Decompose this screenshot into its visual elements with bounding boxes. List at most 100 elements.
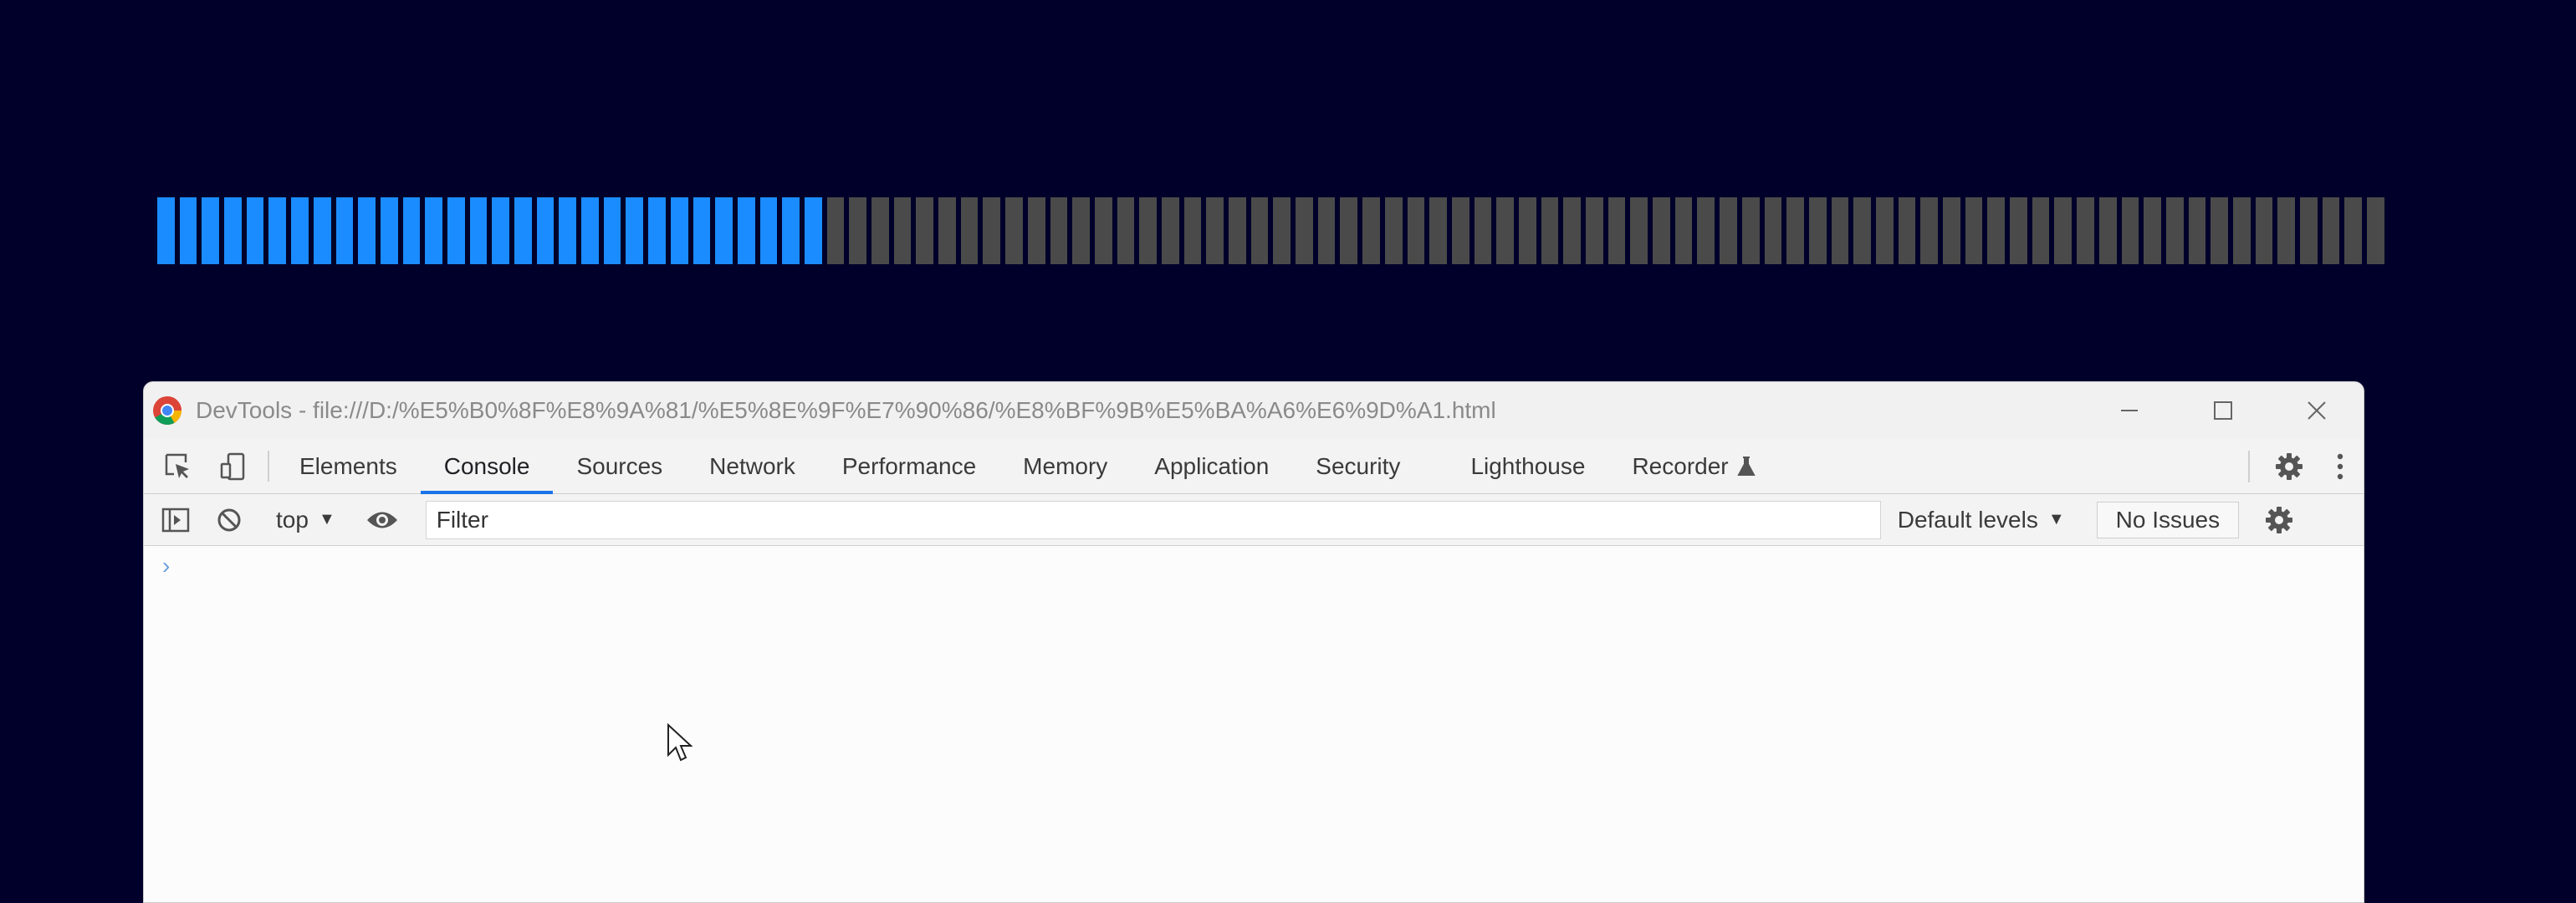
toolbar-divider (2248, 451, 2250, 482)
log-levels-dropdown[interactable]: Default levels ▼ (1881, 494, 2082, 546)
progress-segment-empty (1139, 197, 1157, 264)
mouse-pointer-icon (667, 723, 693, 762)
progress-segment-empty (2188, 197, 2206, 264)
progress-segment-filled (737, 197, 755, 264)
progress-segment-empty (1407, 197, 1425, 264)
progress-segment-empty (1831, 197, 1849, 264)
title-bar: DevTools - file:///D:/%E5%B0%8F%E8%9A%81… (144, 382, 2364, 439)
progress-segment-filled (402, 197, 421, 264)
tab-memory[interactable]: Memory (999, 439, 1131, 493)
tab-performance[interactable]: Performance (819, 439, 999, 493)
progress-segment-empty (1027, 197, 1045, 264)
progress-segment-empty (1563, 197, 1581, 264)
progress-segment-filled (670, 197, 688, 264)
progress-segment-empty (2211, 197, 2228, 264)
close-icon (2308, 401, 2326, 420)
console-filter-input[interactable] (425, 500, 1881, 539)
progress-segment-filled (603, 197, 621, 264)
chrome-logo-icon (153, 396, 181, 425)
issues-button[interactable]: No Issues (2096, 501, 2240, 538)
progress-segment-empty (1764, 197, 1782, 264)
close-button[interactable] (2270, 382, 2364, 439)
tab-elements[interactable]: Elements (276, 439, 421, 493)
progress-segment-empty (2367, 197, 2384, 264)
progress-segment-filled (581, 197, 599, 264)
progress-segment-empty (2165, 197, 2184, 264)
progress-segment-empty (1429, 197, 1447, 264)
gear-icon (2266, 506, 2293, 533)
console-prompt-icon: › (162, 553, 171, 579)
kebab-menu-icon (2337, 453, 2343, 480)
progress-segment-empty (1384, 197, 1403, 264)
progress-segment-filled (380, 197, 398, 264)
window-title: DevTools - file:///D:/%E5%B0%8F%E8%9A%81… (196, 397, 1496, 423)
progress-segment-empty (983, 197, 1001, 264)
progress-segment-filled (469, 197, 488, 264)
progress-segment-empty (1898, 197, 1916, 264)
progress-segment-empty (2322, 197, 2340, 264)
settings-button[interactable] (2262, 452, 2317, 482)
progress-segment-empty (1720, 197, 1737, 264)
context-selector[interactable]: top ▼ (264, 494, 347, 546)
live-expression-button[interactable] (355, 494, 409, 546)
clear-console-button[interactable] (202, 494, 256, 546)
console-settings-button[interactable] (2257, 494, 2301, 546)
progress-segment-filled (693, 197, 711, 264)
progress-segment-empty (871, 197, 889, 264)
progress-segment-empty (1451, 197, 1469, 264)
progress-segment-empty (2098, 197, 2117, 264)
progress-segment-empty (1362, 197, 1380, 264)
device-toolbar-button[interactable] (206, 439, 261, 493)
progress-segment-filled (492, 197, 509, 264)
progress-segment-filled (179, 197, 197, 264)
progress-segment-filled (759, 197, 778, 264)
tab-application[interactable]: Application (1131, 439, 1292, 493)
console-output[interactable]: › (144, 546, 2364, 902)
progress-segment-empty (1786, 197, 1804, 264)
progress-segment-empty (1183, 197, 1202, 264)
tab-lighthouse[interactable]: Lighthouse (1447, 439, 1608, 493)
progress-segment-filled (358, 197, 376, 264)
progress-segment-empty (2032, 197, 2050, 264)
progress-segment-empty (826, 197, 845, 264)
gear-icon (2276, 453, 2303, 480)
progress-segment-empty (2144, 197, 2161, 264)
progress-segment-empty (916, 197, 934, 264)
tab-sources[interactable]: Sources (553, 439, 686, 493)
more-options-button[interactable] (2317, 453, 2364, 480)
toolbar-divider (268, 451, 269, 482)
progress-segment-empty (849, 197, 866, 264)
progress-segment-empty (1117, 197, 1135, 264)
progress-segment-empty (1206, 197, 1224, 264)
tab-security[interactable]: Security (1292, 439, 1447, 493)
devtools-window: DevTools - file:///D:/%E5%B0%8F%E8%9A%81… (143, 381, 2364, 903)
progress-segment-filled (291, 197, 309, 264)
progress-segment-filled (202, 197, 220, 264)
progress-segment-empty (1229, 197, 1246, 264)
progress-segment-filled (715, 197, 733, 264)
progress-segment-filled (804, 197, 822, 264)
progress-segment-empty (938, 197, 956, 264)
progress-segment-empty (1607, 197, 1626, 264)
progress-segment-filled (514, 197, 532, 264)
progress-segment-filled (559, 197, 577, 264)
tab-console[interactable]: Console (420, 439, 554, 494)
progress-segment-filled (447, 197, 465, 264)
progress-segment-empty (1697, 197, 1715, 264)
maximize-button[interactable] (2176, 382, 2270, 439)
sidebar-toggle-icon (161, 508, 190, 532)
progress-segment-empty (2121, 197, 2139, 264)
tab-bar-actions (2236, 439, 2364, 494)
tab-network[interactable]: Network (686, 439, 819, 493)
progress-segment-empty (1050, 197, 1068, 264)
progress-segment-empty (1072, 197, 1090, 264)
segmented-progress-bar (157, 197, 2384, 264)
minimize-button[interactable] (2083, 382, 2176, 439)
progress-segment-empty (2010, 197, 2027, 264)
tab-recorder[interactable]: Recorder (1608, 439, 1778, 493)
inspect-element-button[interactable] (151, 439, 206, 493)
dropdown-caret-icon: ▼ (2047, 510, 2065, 528)
progress-segment-empty (2255, 197, 2273, 264)
progress-segment-empty (2300, 197, 2318, 264)
show-sidebar-button[interactable] (149, 494, 202, 546)
